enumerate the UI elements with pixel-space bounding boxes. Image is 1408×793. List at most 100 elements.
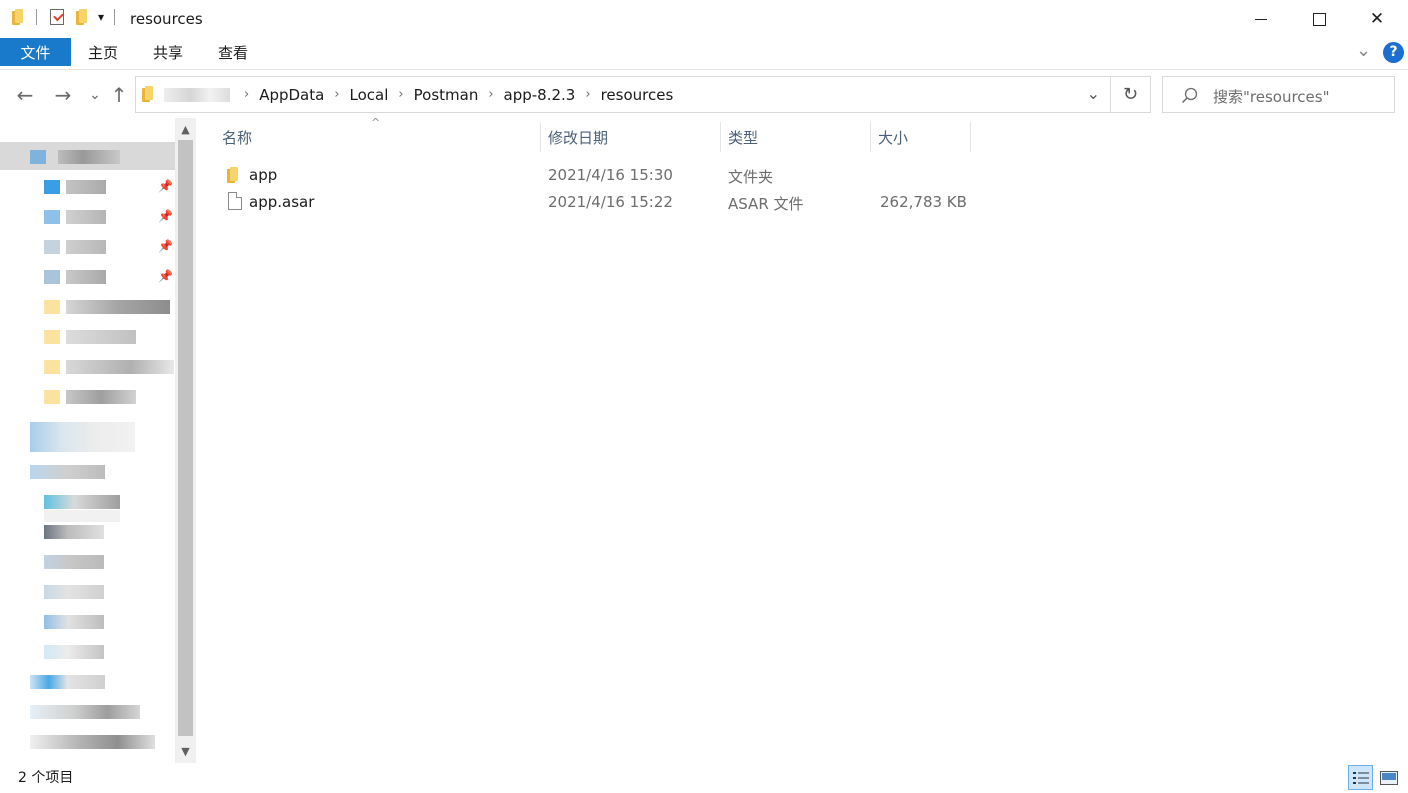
folder-icon	[44, 390, 60, 404]
address-dropdown-icon[interactable]: ⌄	[1087, 84, 1100, 103]
scroll-up-icon[interactable]: ▲	[175, 120, 196, 140]
star-icon	[30, 150, 46, 164]
close-button[interactable]: ✕	[1348, 0, 1406, 38]
nav-item-label	[66, 180, 106, 194]
nav-item-label	[66, 210, 106, 224]
folder-icon	[44, 360, 60, 374]
pin-icon[interactable]: 📌	[158, 239, 173, 253]
maximize-button[interactable]	[1290, 0, 1348, 38]
nav-item-this-pc[interactable]	[30, 465, 105, 479]
navigation-pane[interactable]: 📌 📌 📌 📌	[0, 118, 197, 763]
nav-item[interactable]	[44, 495, 120, 509]
nav-item[interactable]	[44, 645, 104, 659]
nav-scrollbar[interactable]: ▲ ▼	[175, 118, 196, 763]
chevron-right-icon: ›	[398, 87, 404, 102]
chevron-right-icon: ›	[244, 87, 250, 102]
redacted-path-segment	[164, 88, 230, 102]
file-name: app.asar	[249, 193, 315, 211]
nav-item-label	[58, 150, 120, 164]
column-header-name[interactable]: 名称	[222, 118, 252, 156]
search-icon	[1181, 87, 1198, 104]
column-divider[interactable]	[970, 122, 971, 152]
toolbar-divider	[114, 9, 116, 25]
file-size: 262,783 KB	[880, 193, 967, 211]
breadcrumb-app-version[interactable]: app-8.2.3	[504, 86, 576, 104]
breadcrumb-postman[interactable]: Postman	[414, 86, 479, 104]
column-header-modified[interactable]: 修改日期	[548, 118, 608, 156]
breadcrumb-appdata[interactable]: AppData	[259, 86, 324, 104]
pictures-icon	[44, 270, 60, 284]
toolbar-divider	[36, 9, 37, 25]
back-button[interactable]: ←	[14, 84, 36, 106]
nav-item[interactable]	[44, 615, 104, 629]
file-row[interactable]: app 2021/4/16 15:30 文件夹	[218, 162, 978, 189]
folder-icon	[44, 330, 60, 344]
nav-item	[44, 510, 120, 522]
nav-item-network[interactable]	[30, 675, 105, 689]
ribbon-collapse-icon[interactable]: ⌄	[1356, 40, 1371, 61]
nav-item-label	[66, 240, 106, 254]
file-icon	[228, 192, 242, 210]
search-box[interactable]: 搜索"resources"	[1162, 76, 1395, 113]
nav-item[interactable]	[44, 555, 104, 569]
pin-icon[interactable]: 📌	[158, 209, 173, 223]
pin-icon[interactable]: 📌	[158, 179, 173, 193]
properties-icon[interactable]	[50, 9, 64, 25]
window-title: resources	[130, 10, 203, 28]
nav-item-label	[66, 330, 136, 344]
up-button[interactable]: ↑	[108, 84, 130, 106]
folder-icon	[142, 86, 154, 102]
help-icon[interactable]: ?	[1383, 42, 1404, 63]
customize-toolbar-dropdown-icon[interactable]: ▾	[98, 10, 104, 24]
file-row[interactable]: app.asar 2021/4/16 15:22 ASAR 文件 262,783…	[218, 189, 978, 216]
file-modified: 2021/4/16 15:22	[548, 193, 673, 211]
pin-icon[interactable]: 📌	[158, 269, 173, 283]
nav-item[interactable]	[30, 705, 140, 719]
nav-item-label	[66, 270, 106, 284]
nav-item-onedrive[interactable]	[30, 422, 135, 452]
folder-icon	[12, 9, 24, 25]
forward-button[interactable]: →	[52, 84, 74, 106]
column-header-size[interactable]: 大小	[878, 118, 908, 156]
breadcrumb-resources[interactable]: resources	[601, 86, 674, 104]
minimize-button[interactable]	[1232, 0, 1290, 38]
search-input[interactable]: 搜索"resources"	[1213, 86, 1330, 107]
column-header-type[interactable]: 类型	[728, 118, 758, 156]
details-view-icon	[1352, 771, 1369, 784]
status-item-count: 2 个项目	[18, 770, 74, 786]
title-bar: ▾ resources ✕	[0, 0, 1408, 38]
folder-icon	[44, 300, 60, 314]
file-type: 文件夹	[728, 168, 774, 186]
nav-item-label	[66, 360, 174, 374]
quick-access-toolbar: ▾	[12, 9, 116, 25]
tab-home[interactable]: 主页	[80, 38, 126, 66]
large-icons-view-icon	[1379, 770, 1398, 785]
column-divider[interactable]	[870, 122, 871, 152]
nav-item-label	[66, 390, 136, 404]
nav-item-label	[66, 300, 170, 314]
nav-item[interactable]	[30, 735, 155, 749]
documents-icon	[44, 240, 60, 254]
nav-item[interactable]	[44, 525, 104, 539]
minimize-icon	[1255, 18, 1267, 20]
refresh-button[interactable]: ↻	[1111, 76, 1151, 113]
file-modified: 2021/4/16 15:30	[548, 166, 673, 184]
large-icons-view-button[interactable]	[1376, 765, 1401, 790]
tab-file[interactable]: 文件	[0, 38, 71, 66]
tab-share[interactable]: 共享	[145, 38, 191, 66]
details-view-button[interactable]	[1348, 765, 1373, 790]
breadcrumb-local[interactable]: Local	[350, 86, 389, 104]
ribbon-divider	[0, 69, 1408, 70]
nav-item[interactable]	[44, 585, 104, 599]
scroll-down-icon[interactable]: ▼	[175, 742, 196, 762]
tab-view[interactable]: 查看	[210, 38, 256, 66]
new-folder-icon[interactable]	[76, 9, 88, 25]
column-divider[interactable]	[720, 122, 721, 152]
scrollbar-thumb[interactable]	[178, 140, 193, 736]
column-divider[interactable]	[540, 122, 541, 152]
chevron-right-icon: ›	[585, 87, 591, 102]
folder-icon	[227, 167, 239, 183]
address-bar[interactable]: › AppData › Local › Postman › app-8.2.3 …	[135, 76, 1111, 113]
recent-locations-icon[interactable]: ⌄	[84, 84, 106, 106]
close-icon: ✕	[1369, 9, 1385, 29]
